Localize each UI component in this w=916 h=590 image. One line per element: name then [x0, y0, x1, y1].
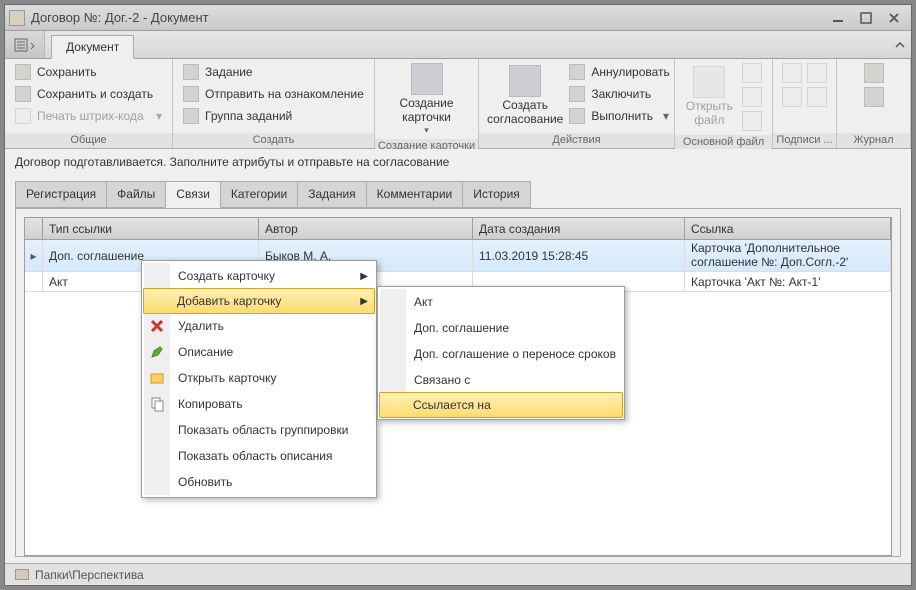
info-bar: Договор подготавливается. Заполните атри… — [5, 149, 911, 175]
tab-comments[interactable]: Комментарии — [366, 181, 464, 208]
col-date[interactable]: Дата создания — [473, 218, 685, 239]
save-button[interactable]: Сохранить — [11, 61, 166, 83]
context-menu: Создать карточку▶ Добавить карточку▶ Уда… — [141, 260, 377, 498]
sign-button[interactable]: Заключить — [565, 83, 673, 105]
menu-refresh[interactable]: Обновить — [144, 469, 374, 495]
ribbon-group-create: Создать — [173, 133, 374, 148]
open-icon — [149, 370, 165, 386]
close-button[interactable] — [887, 11, 901, 25]
menu-description[interactable]: Описание — [144, 339, 374, 365]
sign-icon — [569, 86, 585, 102]
delete-icon — [149, 318, 165, 334]
execute-button[interactable]: Выполнить▾ — [565, 105, 673, 127]
submenu-addendum[interactable]: Доп. соглашение — [380, 315, 622, 341]
approval-icon — [509, 65, 541, 97]
sign-icon-3[interactable] — [807, 63, 827, 83]
cancel-button[interactable]: Аннулировать — [565, 61, 673, 83]
barcode-icon — [15, 108, 31, 124]
journal-icon-1[interactable] — [864, 63, 884, 83]
menu-add-card[interactable]: Добавить карточку▶ — [143, 288, 375, 314]
maximize-button[interactable] — [859, 11, 873, 25]
tab-history[interactable]: История — [462, 181, 531, 208]
card-icon — [411, 63, 443, 95]
task-group-icon — [183, 108, 199, 124]
ribbon-tab-document[interactable]: Документ — [51, 35, 134, 59]
submenu-add-card: Акт Доп. соглашение Доп. соглашение о пе… — [377, 286, 625, 420]
tab-files[interactable]: Файлы — [106, 181, 166, 208]
submenu-act[interactable]: Акт — [380, 289, 622, 315]
quick-button[interactable] — [5, 31, 45, 58]
col-link[interactable]: Ссылка — [685, 218, 891, 239]
submenu-arrow-icon: ▶ — [360, 271, 368, 282]
col-author[interactable]: Автор — [259, 218, 473, 239]
window-title: Договор №: Дог.-2 - Документ — [31, 10, 831, 25]
ribbon-group-signs: Подписи ... — [773, 133, 836, 148]
menu-delete[interactable]: Удалить — [144, 313, 374, 339]
submenu-related-to[interactable]: Связано с — [380, 367, 622, 393]
ribbon-group-journal: Журнал — [837, 133, 910, 148]
create-approval-button[interactable]: Создать согласование — [485, 61, 565, 131]
save-create-icon — [15, 86, 31, 102]
open-file-icon — [693, 66, 725, 98]
quick-access-bar: Документ — [5, 31, 911, 59]
ribbon: Сохранить Сохранить и создать Печать штр… — [5, 59, 911, 149]
row-indicator: ▸ — [25, 240, 43, 271]
submenu-addendum-dates[interactable]: Доп. соглашение о переносе сроков — [380, 341, 622, 367]
print-barcode-button[interactable]: Печать штрих-кода▾ — [11, 105, 166, 127]
menu-show-group-area[interactable]: Показать область группировки — [144, 417, 374, 443]
folder-path: Папки\Перспектива — [35, 568, 144, 582]
menu-open-card[interactable]: Открыть карточку — [144, 365, 374, 391]
col-link-type[interactable]: Тип ссылки — [43, 218, 259, 239]
copy-icon — [149, 396, 165, 412]
tab-categories[interactable]: Категории — [220, 181, 298, 208]
create-card-button[interactable]: Создание карточки▾ — [381, 61, 472, 137]
ribbon-collapse-button[interactable] — [889, 31, 911, 58]
titlebar: Договор №: Дог.-2 - Документ — [5, 5, 911, 31]
journal-icon-2[interactable] — [864, 87, 884, 107]
submenu-refers-to[interactable]: Ссылается на — [379, 392, 623, 418]
grid-header: Тип ссылки Автор Дата создания Ссылка — [25, 218, 891, 240]
sign-icon-1[interactable] — [782, 63, 802, 83]
file-extra-buttons — [738, 61, 766, 133]
task-button[interactable]: Задание — [179, 61, 368, 83]
status-bar: Папки\Перспектива — [5, 563, 911, 585]
task-icon — [183, 64, 199, 80]
exec-icon — [569, 108, 585, 124]
task-group-button[interactable]: Группа заданий — [179, 105, 368, 127]
sign-icon-4[interactable] — [807, 87, 827, 107]
tab-links[interactable]: Связи — [165, 181, 221, 208]
menu-create-card[interactable]: Создать карточку▶ — [144, 263, 374, 289]
app-icon — [9, 10, 25, 26]
send-icon — [183, 86, 199, 102]
menu-copy[interactable]: Копировать — [144, 391, 374, 417]
open-file-button[interactable]: Открыть файл — [681, 61, 738, 133]
save-create-button[interactable]: Сохранить и создать — [11, 83, 166, 105]
tab-registration[interactable]: Регистрация — [15, 181, 107, 208]
tab-tasks[interactable]: Задания — [297, 181, 366, 208]
ribbon-group-common: Общие — [5, 133, 172, 148]
save-icon — [15, 64, 31, 80]
window-buttons — [831, 11, 907, 25]
edit-icon — [149, 344, 165, 360]
minimize-button[interactable] — [831, 11, 845, 25]
folder-icon — [15, 569, 29, 580]
sign-icon-2[interactable] — [782, 87, 802, 107]
ribbon-group-actions: Действия — [479, 133, 674, 148]
submenu-arrow-icon: ▶ — [360, 296, 368, 307]
send-review-button[interactable]: Отправить на ознакомление — [179, 83, 368, 105]
menu-show-desc-area[interactable]: Показать область описания — [144, 443, 374, 469]
tab-strip: Регистрация Файлы Связи Категории Задани… — [5, 175, 911, 208]
cancel-icon — [569, 64, 585, 80]
ribbon-group-mainfile: Основной файл — [675, 135, 772, 150]
